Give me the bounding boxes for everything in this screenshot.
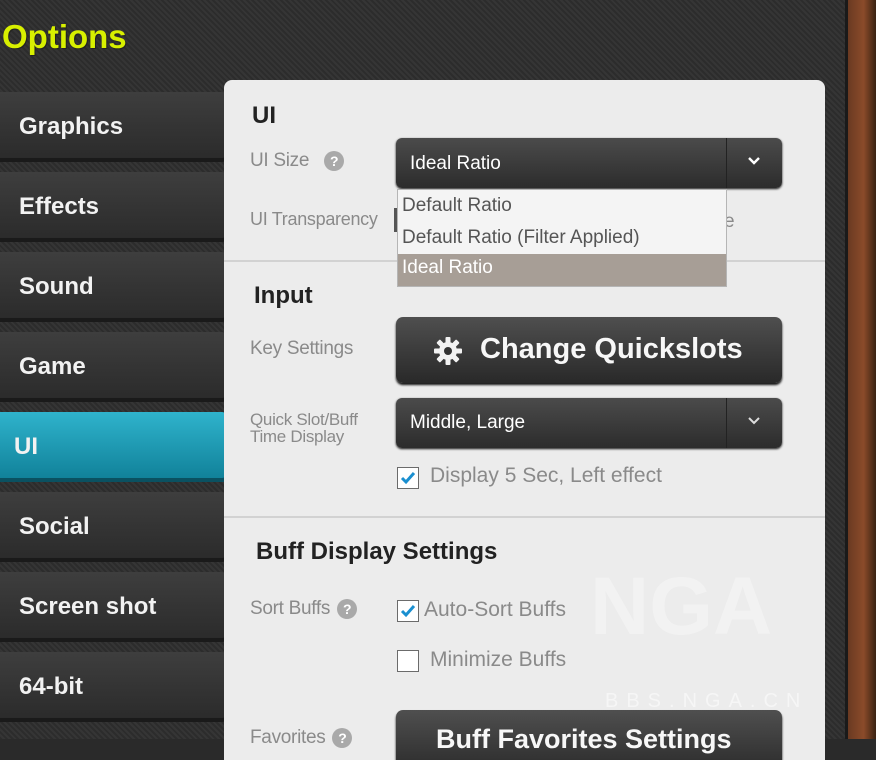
- sidebar-item-ui[interactable]: UI: [0, 412, 226, 482]
- buff-favorites-label: Buff Favorites Settings: [436, 724, 732, 754]
- sidebar-item-screenshot[interactable]: Screen shot: [0, 572, 226, 642]
- quickslot-display-label: Quick Slot/Buff Time Display: [250, 411, 358, 445]
- background-game-scene: [845, 0, 876, 739]
- sort-buffs-label-text: Sort Buffs: [250, 598, 331, 619]
- sidebar-item-label: Sound: [19, 273, 94, 300]
- section-title-input: Input: [254, 282, 313, 309]
- sidebar-item-label: 64-bit: [19, 673, 84, 700]
- sidebar-item-label: Graphics: [19, 113, 124, 140]
- minimize-buffs-checkbox[interactable]: [397, 650, 419, 672]
- change-quickslots-button[interactable]: Change Quickslots: [396, 317, 782, 383]
- sidebar-item-64bit[interactable]: 64-bit: [0, 652, 226, 722]
- key-settings-label: Key Settings: [250, 338, 354, 359]
- check-icon: [400, 605, 416, 618]
- watermark: NGA: [590, 561, 773, 652]
- ui-size-value: Ideal Ratio: [410, 153, 501, 174]
- quickslot-display-label-line1: Quick Slot/Buff: [250, 410, 358, 429]
- sidebar-item-label: UI: [14, 433, 38, 460]
- sidebar-item-label: Game: [19, 353, 86, 380]
- sort-buffs-label: Sort Buffs ?: [250, 598, 358, 620]
- ui-transparency-label: UI Transparency: [250, 209, 378, 229]
- display-effect-label: Display 5 Sec, Left effect: [430, 464, 662, 487]
- section-title-buff: Buff Display Settings: [256, 538, 498, 565]
- sidebar-item-game[interactable]: Game: [0, 332, 226, 402]
- gear-icon: [432, 335, 464, 375]
- sidebar-item-label: Screen shot: [19, 593, 157, 620]
- chevron-down-icon[interactable]: [726, 398, 782, 448]
- quickslot-display-value: Middle, Large: [410, 412, 526, 433]
- ui-size-dropdown-list: Default Ratio Default Ratio (Filter Appl…: [397, 189, 727, 287]
- change-quickslots-label: Change Quickslots: [480, 333, 743, 365]
- help-icon[interactable]: ?: [337, 598, 358, 619]
- favorites-label-text: Favorites: [250, 727, 326, 748]
- display-effect-checkbox[interactable]: [397, 467, 419, 489]
- window-title: Options: [2, 18, 127, 55]
- watermark-subtext: BBS.NGA.CN: [605, 690, 809, 712]
- sidebar-item-graphics[interactable]: Graphics: [0, 92, 226, 162]
- auto-sort-checkbox[interactable]: [397, 600, 419, 622]
- dropdown-option[interactable]: Default Ratio: [402, 195, 512, 217]
- ui-size-label: UI Size ?: [250, 150, 345, 172]
- ui-size-label-text: UI Size: [250, 150, 310, 171]
- ui-size-select[interactable]: Ideal Ratio: [396, 138, 782, 188]
- dropdown-option-label: Ideal Ratio: [402, 257, 493, 278]
- sidebar-item-label: Social: [19, 513, 90, 540]
- sidebar: Graphics Effects Sound Game UI Social Sc…: [0, 92, 226, 732]
- settings-panel: UI UI Size ? Ideal Ratio UI Transparency…: [224, 80, 825, 760]
- minimize-buffs-label: Minimize Buffs: [430, 648, 567, 671]
- sidebar-item-effects[interactable]: Effects: [0, 172, 226, 242]
- favorites-label: Favorites ?: [250, 727, 353, 749]
- section-divider: [224, 516, 825, 518]
- sidebar-item-label: Effects: [19, 193, 100, 220]
- options-window: Options Graphics Effects Sound Game UI S…: [0, 0, 845, 760]
- chevron-down-icon[interactable]: [726, 138, 782, 188]
- buff-favorites-button[interactable]: Buff Favorites Settings: [396, 710, 782, 760]
- sidebar-item-social[interactable]: Social: [0, 492, 226, 562]
- quickslot-display-select[interactable]: Middle, Large: [396, 398, 782, 448]
- dropdown-option[interactable]: Default Ratio (Filter Applied): [402, 227, 640, 249]
- quickslot-display-label-line2: Time Display: [250, 427, 345, 446]
- help-icon[interactable]: ?: [324, 150, 345, 171]
- check-icon: [400, 472, 416, 485]
- sidebar-item-sound[interactable]: Sound: [0, 252, 226, 322]
- auto-sort-label: Auto-Sort Buffs: [424, 598, 567, 621]
- section-title-ui: UI: [252, 102, 276, 129]
- help-icon[interactable]: ?: [332, 727, 353, 748]
- dropdown-option-selected[interactable]: Ideal Ratio: [398, 254, 726, 286]
